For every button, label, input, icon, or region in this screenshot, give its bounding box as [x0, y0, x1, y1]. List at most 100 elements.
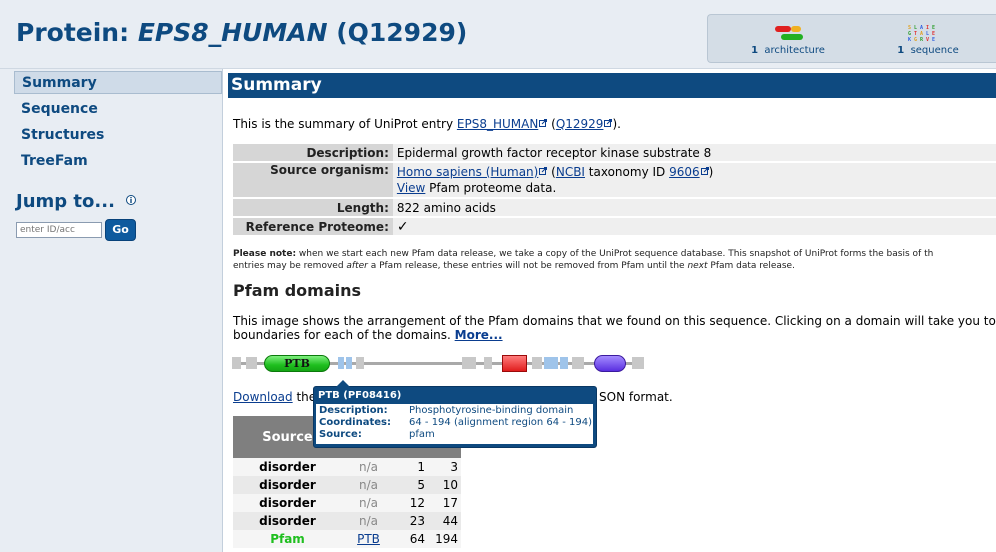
svg-text:E: E	[932, 37, 935, 43]
length-value: 822 amino acids	[392, 199, 996, 216]
table-row: disorder n/a 12 17	[233, 494, 461, 512]
low-complexity-region	[338, 357, 344, 369]
summary-table: Description: Epidermal growth factor rec…	[233, 142, 996, 237]
start-cell: 64	[395, 530, 428, 548]
start-cell: 23	[395, 512, 428, 530]
release-note-line1: Please note: when we start each new Pfam…	[233, 249, 934, 259]
start-cell: 12	[395, 494, 428, 512]
end-cell: 17	[428, 494, 461, 512]
check-icon: ✓	[392, 218, 996, 235]
table-row: Description: Epidermal growth factor rec…	[233, 144, 996, 161]
table-row: Pfam PTB 64 194	[233, 530, 461, 548]
disorder-region	[246, 357, 257, 369]
sidebar-item-structures[interactable]: Structures	[14, 124, 222, 147]
table-row: Length: 822 amino acids	[233, 199, 996, 216]
domain-graphic: PTB	[232, 352, 652, 374]
table-row: disorder n/a 1 3	[233, 458, 461, 476]
info-icon[interactable]	[126, 195, 136, 205]
svg-text:K: K	[908, 37, 911, 43]
tooltip-arrow	[336, 380, 350, 387]
architecture-label: 1 architecture	[751, 45, 825, 56]
reference-proteome-key: Reference Proteome:	[233, 218, 393, 235]
sidebar: Summary Sequence Structures TreeFam Jump…	[0, 69, 223, 552]
disorder-region	[356, 357, 364, 369]
end-cell: 194	[428, 530, 461, 548]
sequence-button[interactable]: SLAIE GTALE KGRVE 1 sequence	[868, 15, 988, 62]
table-row: Source organism: Homo sapiens (Human) (N…	[233, 163, 996, 197]
organism-link[interactable]: Homo sapiens (Human)	[397, 165, 538, 179]
jump-title: Jump to...	[16, 191, 115, 212]
summary-heading: Summary	[228, 73, 996, 98]
sidebar-item-summary[interactable]: Summary	[14, 71, 222, 94]
svg-text:V: V	[926, 37, 929, 43]
entry-cell: n/a	[342, 512, 395, 530]
protein-accession: (Q12929)	[327, 18, 468, 47]
tooltip-description: Description: Phosphotyrosine-binding doma…	[319, 405, 574, 416]
disorder-region	[532, 357, 542, 369]
tooltip-title: PTB (PF08416)	[318, 390, 402, 401]
ptb-domain[interactable]: PTB	[264, 355, 330, 372]
table-row: disorder n/a 23 44	[233, 512, 461, 530]
source-cell-pfam: Pfam	[233, 530, 342, 548]
download-format-text: SON format.	[599, 390, 673, 404]
disorder-region	[572, 357, 584, 369]
sidebar-item-treefam[interactable]: TreeFam	[14, 150, 222, 173]
svg-text:R: R	[920, 37, 924, 43]
low-complexity-region	[346, 357, 352, 369]
table-row: Reference Proteome: ✓	[233, 218, 996, 235]
taxonomy-id-link[interactable]: 9606	[669, 165, 700, 179]
low-complexity-region	[560, 357, 568, 369]
summary-intro: This is the summary of UniProt entry EPS…	[233, 117, 621, 131]
more-link[interactable]: More...	[455, 328, 503, 342]
go-button[interactable]: Go	[105, 219, 136, 241]
entry-cell: n/a	[342, 494, 395, 512]
external-link-icon	[700, 167, 709, 175]
start-cell: 5	[395, 476, 428, 494]
page-title: Protein: EPS8_HUMAN (Q12929)	[16, 18, 467, 47]
sidebar-item-sequence[interactable]: Sequence	[14, 98, 222, 121]
entry-link-ptb[interactable]: PTB	[342, 530, 395, 548]
protein-name: EPS8_HUMAN	[137, 18, 328, 47]
red-domain[interactable]	[502, 355, 527, 372]
main-content: Summary This is the summary of UniProt e…	[228, 69, 996, 552]
ncbi-link[interactable]: NCBI	[556, 165, 585, 179]
uniprot-id-link[interactable]: EPS8_HUMAN	[457, 117, 538, 131]
start-cell: 1	[395, 458, 428, 476]
low-complexity-region	[544, 357, 558, 369]
tooltip-coordinates: Coordinates: 64 - 194 (alignment region 6…	[319, 417, 593, 428]
icon-bar: 1 architecture SLAIE GTALE KGRVE 1 seque…	[707, 14, 996, 63]
disorder-region	[632, 357, 644, 369]
tooltip-source: Source: pfam	[319, 429, 435, 440]
pfam-intro-line2: boundaries for each of the domains. More…	[233, 328, 503, 342]
view-proteome-link[interactable]: View	[397, 181, 425, 195]
jump-input[interactable]	[16, 222, 102, 238]
disorder-region	[462, 357, 476, 369]
description-key: Description:	[233, 144, 393, 161]
source-cell: disorder	[233, 458, 342, 476]
end-cell: 10	[428, 476, 461, 494]
pfam-intro-line1: This image shows the arrangement of the …	[233, 314, 996, 328]
disorder-region	[232, 357, 241, 369]
end-cell: 44	[428, 512, 461, 530]
download-line: Download the	[233, 390, 317, 404]
tooltip-body: Description: Phosphotyrosine-binding doma…	[316, 404, 593, 444]
title-prefix: Protein:	[16, 18, 138, 47]
source-cell: disorder	[233, 476, 342, 494]
purple-domain[interactable]	[594, 355, 626, 372]
sequence-icon: SLAIE GTALE KGRVE	[908, 25, 935, 43]
entry-cell: n/a	[342, 476, 395, 494]
svg-text:G: G	[914, 37, 917, 43]
sequence-label: 1 sequence	[897, 45, 959, 56]
domain-tooltip: PTB (PF08416) Description: Phosphotyrosin…	[313, 380, 597, 448]
download-link[interactable]: Download	[233, 390, 293, 404]
entry-cell: n/a	[342, 458, 395, 476]
pfam-domains-heading: Pfam domains	[233, 281, 362, 300]
architecture-button[interactable]: 1 architecture	[728, 15, 848, 62]
page-header: Protein: EPS8_HUMAN (Q12929) 1 architect…	[0, 0, 996, 69]
end-cell: 3	[428, 458, 461, 476]
uniprot-acc-link[interactable]: Q12929	[556, 117, 604, 131]
release-note-line2: entries may be removed after a Pfam rele…	[233, 261, 795, 271]
length-key: Length:	[233, 199, 393, 216]
architecture-icon	[775, 26, 803, 40]
source-cell: disorder	[233, 494, 342, 512]
